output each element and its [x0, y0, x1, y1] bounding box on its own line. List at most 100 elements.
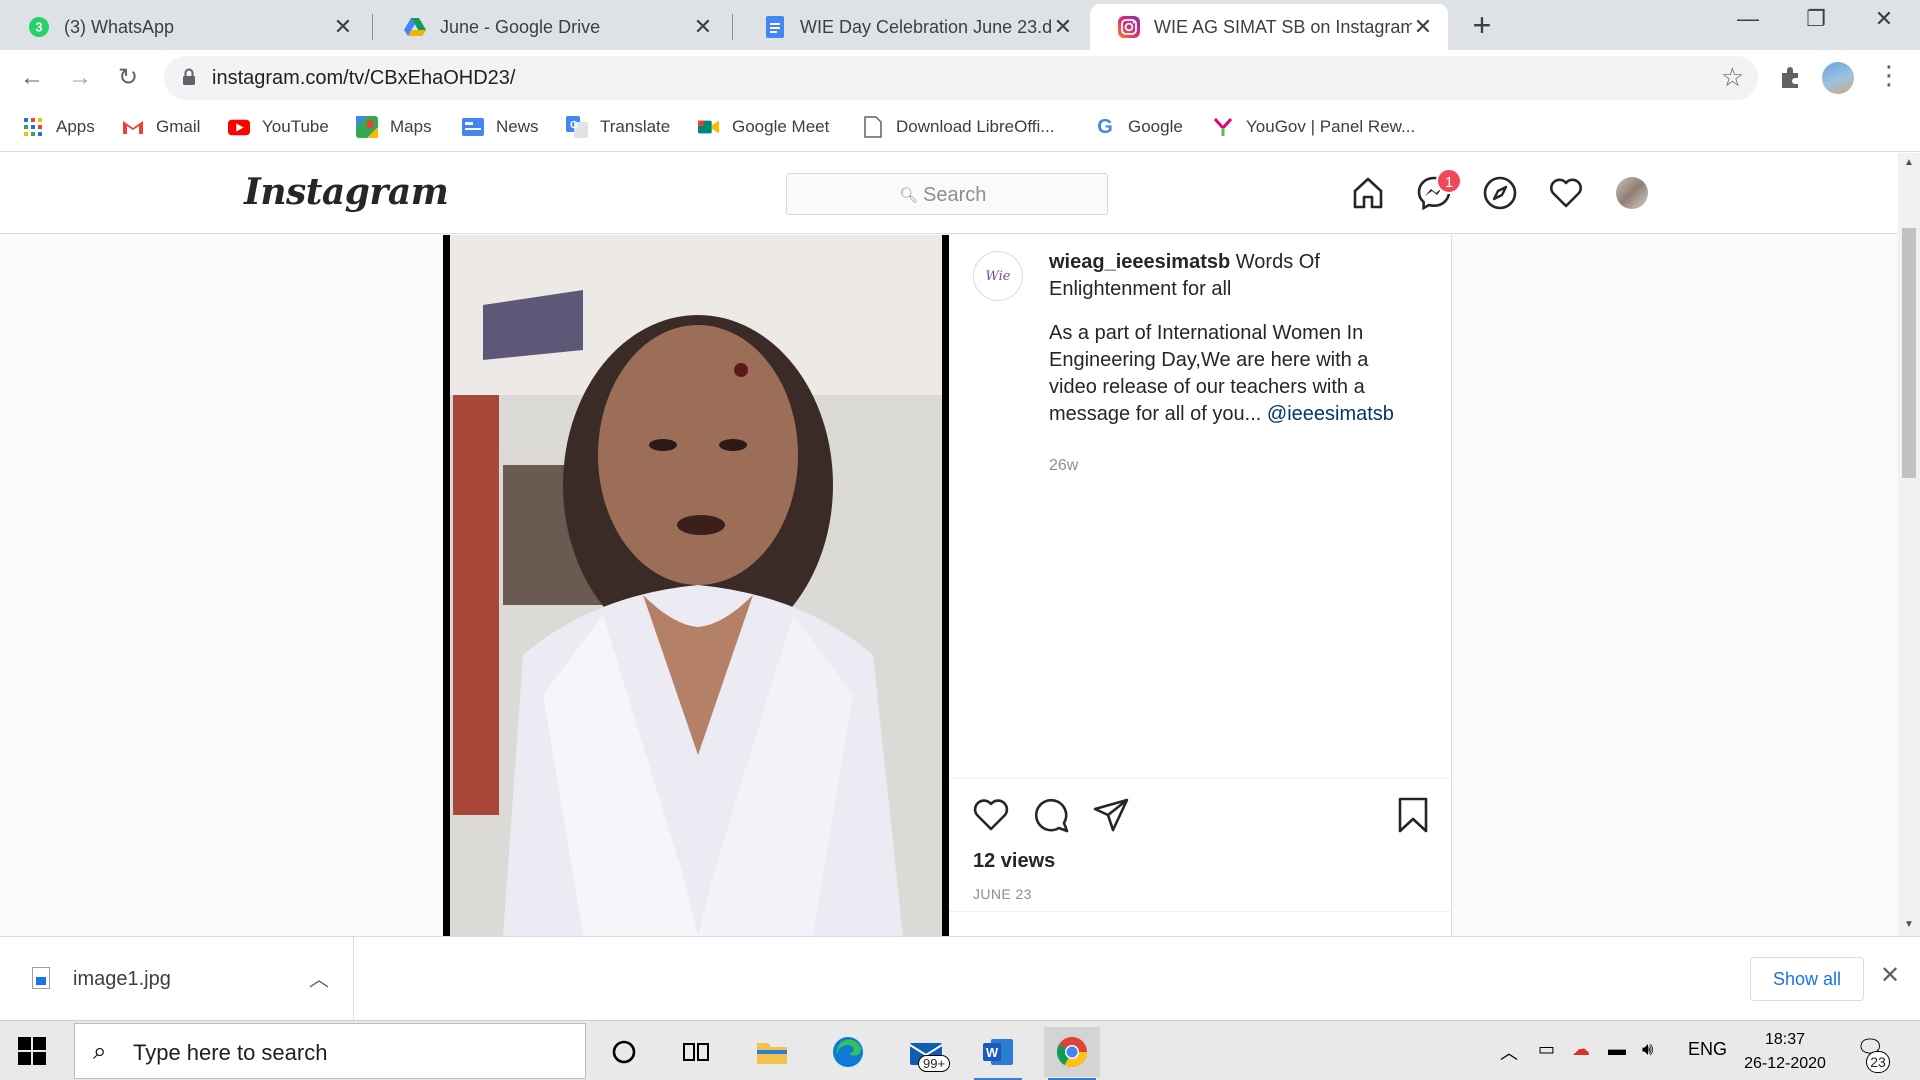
- save-bookmark-icon[interactable]: [1393, 795, 1433, 835]
- chrome-menu-icon[interactable]: ⋮: [1876, 60, 1902, 91]
- chevron-up-icon[interactable]: ︿: [309, 963, 329, 992]
- page-scrollbar[interactable]: ▲ ▼: [1898, 153, 1920, 936]
- home-icon[interactable]: [1350, 175, 1386, 211]
- download-item[interactable]: image1.jpg ︿: [0, 937, 354, 1021]
- profile-avatar[interactable]: [1822, 62, 1854, 94]
- new-tab-button[interactable]: +: [1466, 8, 1498, 42]
- post-caption: wieag_ieeesimatsb Words Of Enlightenment…: [1049, 249, 1419, 428]
- close-download-shelf-icon[interactable]: ✕: [1880, 961, 1900, 990]
- scrollbar-thumb[interactable]: [1902, 228, 1916, 478]
- profile-avatar[interactable]: [1616, 177, 1648, 209]
- battery-icon[interactable]: ▬: [1608, 1039, 1626, 1060]
- url-text: instagram.com/tv/CBxEhaOHD23/: [212, 67, 516, 89]
- extensions-puzzle-icon[interactable]: [1778, 64, 1804, 90]
- divider: [949, 778, 1452, 779]
- mail-icon[interactable]: 99+: [898, 1027, 954, 1077]
- close-tab-icon[interactable]: ✕: [1052, 14, 1074, 40]
- google-meet-icon: [698, 116, 720, 138]
- divider: [949, 911, 1452, 912]
- bookmark-libreoffice[interactable]: Download LibreOffi...: [862, 116, 1054, 138]
- post-time-ago[interactable]: 26w: [1049, 457, 1078, 475]
- close-tab-icon[interactable]: ✕: [332, 14, 354, 40]
- onedrive-error-icon[interactable]: ☁: [1572, 1039, 1590, 1060]
- bookmark-google[interactable]: G Google: [1094, 116, 1183, 138]
- news-icon: [462, 116, 484, 138]
- yougov-icon: [1212, 116, 1234, 138]
- address-bar[interactable]: instagram.com/tv/CBxEhaOHD23/ ☆: [164, 56, 1758, 100]
- show-all-downloads-button[interactable]: Show all: [1750, 957, 1864, 1001]
- post-video[interactable]: [443, 235, 949, 936]
- bookmark-label: Download LibreOffi...: [896, 117, 1055, 136]
- post-author-username[interactable]: wieag_ieeesimatsb: [1049, 251, 1230, 273]
- bookmark-youtube[interactable]: YouTube: [228, 116, 329, 138]
- svg-text:W: W: [986, 1045, 999, 1060]
- forward-icon[interactable]: →: [64, 62, 96, 94]
- bookmark-label: Translate: [600, 117, 671, 136]
- view-count[interactable]: 12 views: [973, 850, 1055, 873]
- bookmark-label: Apps: [56, 117, 95, 136]
- bookmark-yougov[interactable]: YouGov | Panel Rew...: [1212, 116, 1415, 138]
- bookmark-google-meet[interactable]: Google Meet: [698, 116, 829, 138]
- bookmark-label: Gmail: [156, 117, 201, 136]
- scroll-up-arrow-icon[interactable]: ▲: [1904, 157, 1914, 168]
- browser-toolbar: ← → ↻ instagram.com/tv/CBxEhaOHD23/ ☆ ⋮: [0, 50, 1920, 106]
- instagram-header: Instagram 🔍︎ Search 1: [0, 153, 1898, 234]
- close-tab-icon[interactable]: ✕: [1412, 14, 1434, 40]
- tab-title: WIE AG SIMAT SB on Instagram: "Words Of …: [1154, 16, 1412, 37]
- share-send-icon[interactable]: [1091, 795, 1131, 835]
- youtube-icon: [228, 116, 250, 138]
- volume-icon[interactable]: 🔊︎: [1642, 1039, 1653, 1060]
- comment-icon[interactable]: [1031, 795, 1071, 835]
- post-author-avatar[interactable]: Wie: [973, 251, 1023, 301]
- minimize-icon[interactable]: —: [1718, 6, 1778, 32]
- bookmark-maps[interactable]: Maps: [356, 116, 432, 138]
- apps-grid-icon: [22, 116, 44, 138]
- clock-date: 26-12-2020: [1744, 1055, 1826, 1072]
- search-input[interactable]: 🔍︎ Search: [786, 173, 1108, 215]
- window-close-icon[interactable]: ✕: [1854, 6, 1914, 32]
- bookmark-translate[interactable]: G Translate: [566, 116, 670, 138]
- explore-compass-icon[interactable]: [1482, 175, 1518, 211]
- scroll-down-arrow-icon[interactable]: ▼: [1904, 919, 1914, 930]
- tab-instagram[interactable]: WIE AG SIMAT SB on Instagram: "Words Of …: [1090, 4, 1448, 50]
- tab-google-docs[interactable]: WIE Day Celebration June 23.docx ✕: [736, 4, 1088, 50]
- google-drive-icon: [404, 16, 426, 38]
- tab-title: (3) WhatsApp: [64, 16, 175, 37]
- tab-separator: [732, 14, 733, 40]
- show-hidden-icons-chevron-icon[interactable]: ︿: [1500, 1039, 1518, 1065]
- activity-heart-icon[interactable]: [1548, 175, 1584, 211]
- tab-whatsapp[interactable]: 3 (3) WhatsApp ✕: [0, 4, 368, 50]
- tab-google-drive[interactable]: June - Google Drive ✕: [376, 4, 728, 50]
- bookmark-news[interactable]: News: [462, 116, 539, 138]
- edge-icon[interactable]: [820, 1027, 876, 1077]
- taskbar-search-input[interactable]: ⌕ Type here to search: [74, 1023, 586, 1079]
- like-heart-icon[interactable]: [971, 795, 1011, 835]
- file-explorer-icon[interactable]: [744, 1027, 800, 1077]
- tab-separator: [372, 14, 373, 40]
- close-tab-icon[interactable]: ✕: [692, 14, 714, 40]
- search-placeholder: Search: [923, 184, 987, 206]
- mail-unread-badge: 99+: [918, 1055, 951, 1072]
- reload-icon[interactable]: ↻: [112, 62, 144, 94]
- chrome-icon[interactable]: [1044, 1027, 1100, 1080]
- instagram-logo[interactable]: Instagram: [244, 171, 449, 213]
- lock-icon[interactable]: [182, 68, 196, 86]
- page-icon: [862, 116, 884, 138]
- task-view-icon[interactable]: [668, 1027, 724, 1077]
- bookmark-gmail[interactable]: Gmail: [122, 116, 200, 138]
- language-indicator[interactable]: ENG: [1688, 1039, 1727, 1060]
- cortana-icon[interactable]: [596, 1027, 652, 1077]
- bookmark-star-icon[interactable]: ☆: [1721, 62, 1744, 93]
- caption-mention-link[interactable]: @ieeesimatsb: [1267, 403, 1394, 425]
- bookmark-apps[interactable]: Apps: [22, 116, 95, 138]
- google-docs-icon: [764, 16, 786, 38]
- whatsapp-icon: 3: [28, 16, 50, 38]
- meet-now-icon[interactable]: ▭: [1538, 1039, 1555, 1060]
- word-icon[interactable]: W: [970, 1027, 1026, 1080]
- post-details-panel: Wie wieag_ieeesimatsb Words Of Enlighten…: [949, 235, 1452, 936]
- windows-start-icon[interactable]: [18, 1037, 46, 1065]
- taskbar-clock[interactable]: 18:37 26-12-2020: [1740, 1028, 1830, 1076]
- restore-icon[interactable]: ❐: [1786, 6, 1846, 32]
- bookmark-label: YouTube: [262, 117, 329, 136]
- back-icon[interactable]: ←: [16, 62, 48, 94]
